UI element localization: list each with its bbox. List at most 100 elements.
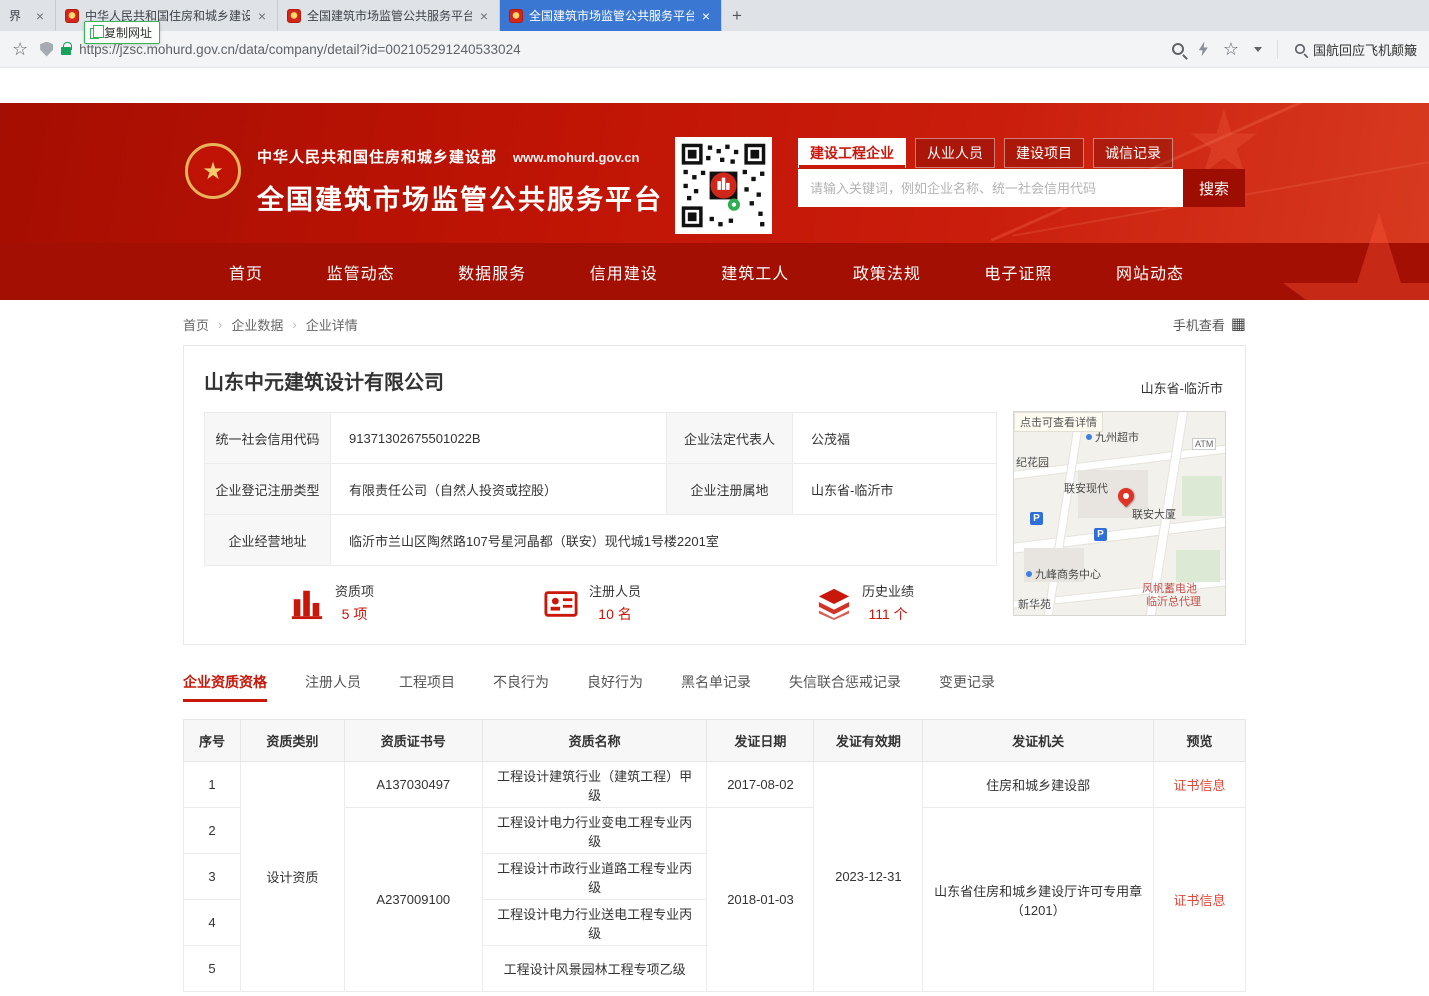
search-type-tabs: 建设工程企业 从业人员 建设项目 诚信记录: [798, 138, 1245, 168]
browser-toolbar: ☆ https://jzsc.mohurd.gov.cn/data/compan…: [0, 31, 1429, 68]
cert-info-link[interactable]: 证书信息: [1154, 808, 1246, 992]
gov-site-favicon-icon: [509, 9, 523, 23]
table-row: 统一社会信用代码 91371302675501022B 企业法定代表人 公茂福: [205, 413, 997, 464]
main-nav: 首页 监管动态 数据服务 信用建设 建筑工人 政策法规 电子证照 网站动态: [0, 243, 1429, 300]
close-icon[interactable]: ×: [478, 8, 490, 24]
close-icon[interactable]: ×: [700, 8, 712, 24]
nav-data-service[interactable]: 数据服务: [458, 260, 526, 284]
cell-name: 工程设计电力行业变电工程专业丙级: [482, 808, 707, 854]
cell-authority: 住房和城乡建设部: [923, 762, 1154, 808]
search-button[interactable]: 搜索: [1183, 169, 1245, 207]
breadcrumb-separator-icon: ›: [292, 317, 296, 332]
search-tab-personnel[interactable]: 从业人员: [915, 138, 995, 168]
browser-tab-2[interactable]: 全国建筑市场监管公共服务平台 ×: [278, 0, 500, 31]
new-tab-button[interactable]: +: [722, 0, 752, 31]
stat-registered-personnel[interactable]: 注册人员 10 名: [544, 581, 641, 624]
parking-icon: P: [1094, 528, 1107, 541]
field-value: 山东省-临沂市: [793, 464, 997, 515]
search-tab-project[interactable]: 建设项目: [1004, 138, 1084, 168]
nav-credit[interactable]: 信用建设: [590, 260, 658, 284]
header-search-zone: 建设工程企业 从业人员 建设项目 诚信记录 搜索: [798, 138, 1245, 207]
tab-dishonesty-records[interactable]: 失信联合惩戒记录: [789, 672, 901, 702]
emblem-star-icon: ★: [202, 157, 224, 186]
bookmark-star-icon[interactable]: ☆: [12, 40, 28, 58]
cell-issue-date: 2018-01-03: [707, 808, 814, 992]
map-block: [1176, 550, 1220, 582]
stat-history-performance[interactable]: 历史业绩 111 个: [817, 581, 914, 624]
copy-url-tooltip[interactable]: 复制网址: [84, 21, 160, 44]
lightning-icon[interactable]: [1199, 42, 1208, 57]
nav-supervision[interactable]: 监管动态: [327, 260, 395, 284]
chevron-down-icon[interactable]: [1254, 47, 1262, 52]
browser-window: 界 × 中华人民共和国住房和城乡建设 × 全国建筑市场监管公共服务平台 × 全国…: [0, 0, 1429, 996]
tab-good-behavior[interactable]: 良好行为: [587, 672, 643, 702]
nav-e-license[interactable]: 电子证照: [984, 260, 1052, 284]
cell-cert-no: A237009100: [344, 808, 482, 992]
field-label: 企业经营地址: [205, 515, 331, 566]
cell-seq: 1: [184, 762, 241, 808]
search-tab-enterprise[interactable]: 建设工程企业: [798, 138, 906, 168]
quick-search-box[interactable]: 国航回应飞机颠簸: [1277, 40, 1417, 59]
qr-code: [675, 137, 772, 234]
copy-icon: [90, 28, 99, 39]
browser-tab-bar: 界 × 中华人民共和国住房和城乡建设 × 全国建筑市场监管公共服务平台 × 全国…: [0, 0, 1429, 31]
map-widget[interactable]: 点击可查看详情 九州超市 ATM 纪花园 联安现代 联安大厦 P P 九峰商务中…: [1013, 411, 1226, 616]
col-preview: 预览: [1154, 720, 1246, 762]
breadcrumb-company-data[interactable]: 企业数据: [231, 315, 283, 334]
close-icon[interactable]: ×: [256, 8, 268, 24]
col-cert-no: 资质证书号: [344, 720, 482, 762]
qr-code-graphic: [680, 142, 767, 229]
favorites-star-icon[interactable]: ☆: [1223, 40, 1239, 58]
field-value: 临沂市兰山区陶然路107号星河晶都（联安）现代城1号楼2201室: [331, 515, 997, 566]
tab-qualifications[interactable]: 企业资质资格: [183, 672, 267, 702]
stat-qualifications[interactable]: 资质项 5 项: [290, 581, 374, 624]
address-bar[interactable]: https://jzsc.mohurd.gov.cn/data/company/…: [40, 42, 1160, 57]
stat-value: 111 个: [862, 604, 914, 624]
site-header-zone: ★ 中华人民共和国住房和城乡建设部 www.mohurd.gov.cn 全国建筑…: [0, 103, 1429, 300]
qualification-table: 序号 资质类别 资质证书号 资质名称 发证日期 发证有效期 发证机关 预览 1 …: [183, 719, 1246, 992]
nav-site-news[interactable]: 网站动态: [1116, 260, 1184, 284]
close-icon[interactable]: ×: [34, 8, 46, 24]
cell-name: 工程设计市政行业道路工程专业丙级: [482, 854, 707, 900]
zoom-icon[interactable]: [1172, 43, 1184, 55]
stat-label: 历史业绩: [862, 581, 914, 600]
nav-policy[interactable]: 政策法规: [853, 260, 921, 284]
cell-name: 工程设计电力行业送电工程专业丙级: [482, 900, 707, 946]
map-atm-label: ATM: [1192, 438, 1216, 450]
copy-url-label: 复制网址: [104, 24, 152, 41]
col-seq: 序号: [184, 720, 241, 762]
site-titles: 中华人民共和国住房和城乡建设部 www.mohurd.gov.cn 全国建筑市场…: [257, 146, 663, 217]
ministry-website: www.mohurd.gov.cn: [513, 150, 639, 165]
browser-tab-3-active[interactable]: 全国建筑市场监管公共服务平台 ×: [500, 0, 722, 31]
nav-workers[interactable]: 建筑工人: [721, 260, 789, 284]
map-label: 纪花园: [1016, 454, 1049, 470]
field-value: 有限责任公司（自然人投资或控股）: [331, 464, 667, 515]
tab-change-records[interactable]: 变更记录: [939, 672, 995, 702]
keyword-search-input[interactable]: [798, 169, 1183, 207]
breadcrumb-separator-icon: ›: [218, 317, 222, 332]
cell-cert-no: A137030497: [344, 762, 482, 808]
cert-info-link[interactable]: 证书信息: [1154, 762, 1246, 808]
company-name: 山东中元建筑设计有限公司: [204, 366, 1225, 395]
gov-site-favicon-icon: [65, 9, 79, 23]
mobile-view-button[interactable]: 手机查看 ▦: [1173, 315, 1246, 334]
search-tab-credit[interactable]: 诚信记录: [1093, 138, 1173, 168]
nav-home[interactable]: 首页: [229, 260, 263, 284]
tab-registered-personnel[interactable]: 注册人员: [305, 672, 361, 702]
tab-bad-behavior[interactable]: 不良行为: [493, 672, 549, 702]
table-row: 1 设计资质 A137030497 工程设计建筑行业（建筑工程）甲级 2017-…: [184, 762, 1246, 808]
browser-tab-partial[interactable]: 界 ×: [0, 0, 56, 31]
cell-seq: 2: [184, 808, 241, 854]
map-label: 联安现代: [1064, 480, 1108, 496]
breadcrumb-company-detail[interactable]: 企业详情: [306, 315, 358, 334]
company-card: 山东中元建筑设计有限公司 山东省-临沂市 统一社会信用代码 9137130267…: [183, 345, 1246, 645]
id-card-icon: [544, 586, 578, 620]
breadcrumb-home[interactable]: 首页: [183, 315, 209, 334]
field-label: 统一社会信用代码: [205, 413, 331, 464]
tab-projects[interactable]: 工程项目: [399, 672, 455, 702]
cell-issue-date: 2017-08-02: [707, 762, 814, 808]
shield-icon[interactable]: [40, 42, 53, 57]
tab-blacklist[interactable]: 黑名单记录: [681, 672, 751, 702]
tab-title: 全国建筑市场监管公共服务平台: [529, 7, 694, 24]
stat-value: 5 项: [335, 604, 374, 624]
